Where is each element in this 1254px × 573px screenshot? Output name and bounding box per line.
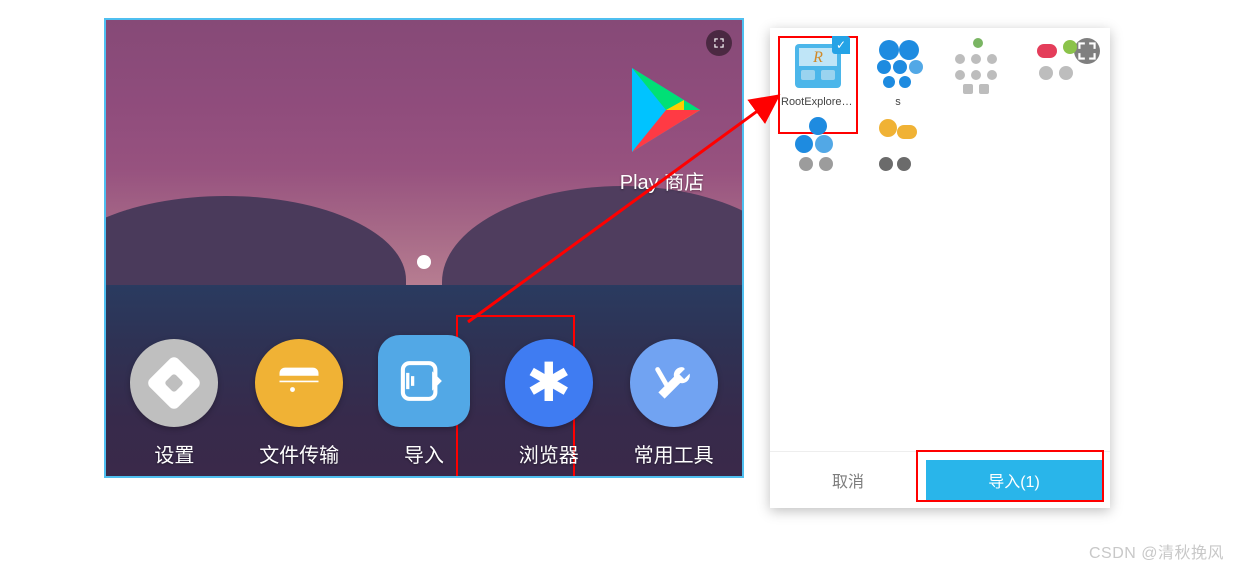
app-label: 浏览器 (519, 439, 579, 468)
file-item[interactable] (858, 117, 938, 177)
fullscreen-button[interactable] (706, 30, 732, 56)
app-cluster-icon (789, 117, 847, 175)
app-cluster-icon (869, 117, 927, 175)
browser-icon: ✱ (505, 339, 593, 427)
svg-text:R: R (812, 49, 823, 66)
app-label: 常用工具 (634, 439, 714, 468)
file-picker-area: ✓ R RootExplorer_117018... (770, 28, 1110, 451)
app-label: 导入 (404, 439, 444, 468)
file-item-rootexplorer[interactable]: ✓ R RootExplorer_117018... (778, 36, 858, 109)
app-label: Play 商店 (592, 166, 732, 195)
app-cluster-icon (949, 36, 1007, 94)
watermark-text: CSDN @清秋挽风 (1089, 539, 1224, 563)
annotation-highlight-button (916, 450, 1104, 502)
app-import[interactable]: 导入 (365, 335, 483, 468)
file-item[interactable] (938, 36, 1018, 109)
app-cluster-icon (1029, 36, 1087, 94)
dock: 设置 文件传输 导入 ✱ 浏览器 (106, 335, 742, 476)
app-label: 设置 (154, 439, 194, 468)
fullscreen-icon (712, 36, 726, 50)
tools-icon (630, 339, 718, 427)
home-screen: Play 商店 设置 文件传输 导入 (104, 18, 744, 478)
file-item[interactable]: s (858, 36, 938, 109)
app-settings[interactable]: 设置 (115, 339, 233, 468)
wallpaper-moon (417, 255, 431, 269)
file-item[interactable] (778, 117, 858, 177)
checkmark-icon: ✓ (832, 36, 850, 54)
app-play-store[interactable]: Play 商店 (592, 60, 732, 195)
import-dialog: ✓ R RootExplorer_117018... (770, 28, 1110, 508)
import-icon (378, 335, 470, 427)
file-transfer-icon (255, 339, 343, 427)
cancel-button[interactable]: 取消 (770, 468, 926, 492)
app-browser[interactable]: ✱ 浏览器 (490, 339, 608, 468)
app-tools[interactable]: 常用工具 (615, 339, 733, 468)
settings-icon (130, 339, 218, 427)
app-cluster-icon (869, 36, 927, 94)
play-store-icon (612, 60, 712, 160)
file-item[interactable] (1018, 36, 1098, 109)
app-label: 文件传输 (259, 439, 339, 468)
app-file-transfer[interactable]: 文件传输 (240, 339, 358, 468)
file-label: s (861, 96, 935, 109)
file-label: RootExplorer_117018... (781, 96, 855, 109)
